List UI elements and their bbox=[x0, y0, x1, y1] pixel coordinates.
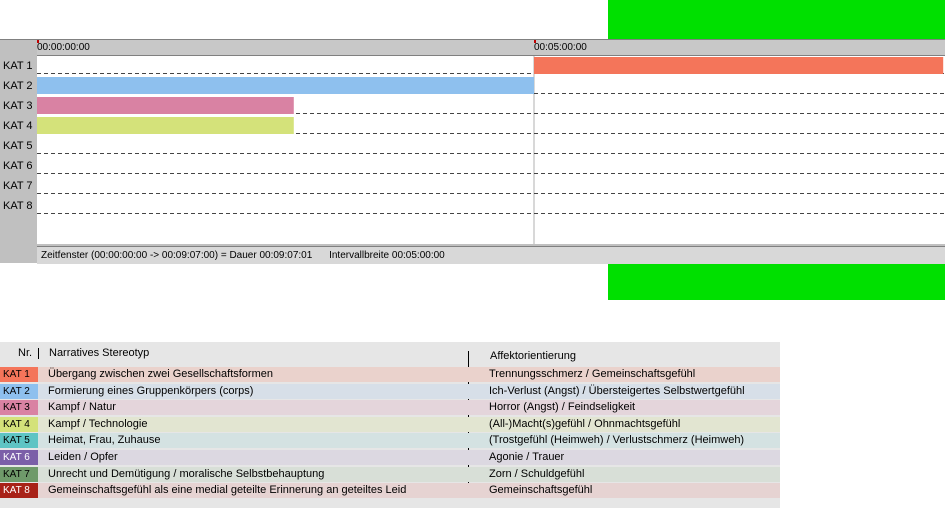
legend-swatch: KAT 2 bbox=[0, 383, 38, 399]
timeline-chart bbox=[37, 56, 945, 244]
category-label: KAT 1 bbox=[3, 60, 33, 72]
legend-stereotyp: Kampf / Natur bbox=[48, 401, 116, 414]
category-label: KAT 5 bbox=[3, 140, 33, 152]
status-bar: Zeitfenster (00:00:00:00 -> 00:09:07:00)… bbox=[37, 246, 945, 264]
legend-affekt: Agonie / Trauer bbox=[489, 451, 565, 463]
category-label: KAT 6 bbox=[3, 160, 33, 172]
green-block-top bbox=[608, 0, 945, 39]
legend-swatch: KAT 7 bbox=[0, 466, 38, 482]
tick-label: 00:05:00:00 bbox=[534, 42, 587, 53]
legend-stereotyp: Formierung eines Gruppenkörpers (corps) bbox=[48, 384, 254, 397]
legend-affekt: Zorn / Schuldgefühl bbox=[489, 467, 585, 480]
tick-label: 00:00:00:00 bbox=[37, 42, 90, 53]
legend-swatch: KAT 5 bbox=[0, 433, 38, 449]
segment-kat-2[interactable] bbox=[37, 77, 534, 94]
time-window-text: Zeitfenster (00:00:00:00 -> 00:09:07:00)… bbox=[41, 250, 313, 261]
timeline-panel: KAT 1 KAT 2 KAT 3 KAT 4 KAT 5 KAT 6 KAT … bbox=[0, 39, 945, 264]
legend-row: KAT 4 Kampf / Technologie (All-)Macht(s)ge… bbox=[0, 416, 780, 432]
legend-affekt: Horror (Angst) / Feindseligkeit bbox=[489, 401, 636, 414]
category-labels: KAT 1 KAT 2 KAT 3 KAT 4 KAT 5 KAT 6 KAT … bbox=[0, 40, 37, 264]
segment-kat-1[interactable] bbox=[534, 57, 944, 74]
category-label: KAT 2 bbox=[3, 80, 33, 92]
legend-affekt: Gemeinschaftsgefühl bbox=[489, 484, 593, 497]
legend-stereotyp: Heimat, Frau, Zuhause bbox=[48, 434, 161, 447]
category-label: KAT 7 bbox=[3, 180, 33, 192]
segment-kat-4[interactable] bbox=[37, 117, 294, 134]
legend-header-nr: Nr. bbox=[18, 347, 33, 359]
interval-width-text: Intervallbreite 00:05:00:00 bbox=[329, 250, 445, 261]
legend-affekt: Trennungsschmerz / Gemeinschaftsgefühl bbox=[489, 368, 696, 380]
category-label: KAT 4 bbox=[3, 120, 33, 132]
legend-swatch: KAT 8 bbox=[0, 483, 38, 499]
category-label: KAT 3 bbox=[3, 100, 33, 112]
segment-kat-3[interactable] bbox=[37, 97, 294, 114]
legend-stereotyp: Unrecht und Demütigung / moralische Selb… bbox=[48, 467, 325, 480]
legend-stereotyp: Kampf / Technologie bbox=[48, 417, 148, 430]
legend-stereotyp: Leiden / Opfer bbox=[48, 451, 118, 463]
legend-swatch: KAT 1 bbox=[0, 367, 38, 382]
legend-swatch: KAT 3 bbox=[0, 400, 38, 416]
legend-swatch: KAT 4 bbox=[0, 416, 38, 432]
legend-header-affekt: Affektorientierung bbox=[490, 350, 577, 362]
legend-row: KAT 1 Übergang zwischen zwei Gesellschaft… bbox=[0, 367, 780, 382]
legend-row: KAT 2 Formierung eines Gruppenkörpers (co… bbox=[0, 383, 780, 399]
legend-header-stereotyp: Narratives Stereotyp bbox=[49, 347, 150, 359]
green-block-bottom bbox=[608, 263, 945, 300]
legend-row: KAT 8 Gemeinschaftsgefühl als eine medial… bbox=[0, 483, 780, 499]
legend-stereotyp: Übergang zwischen zwei Gesellschaftsform… bbox=[48, 368, 273, 380]
category-label: KAT 8 bbox=[3, 200, 33, 212]
legend-swatch: KAT 6 bbox=[0, 450, 38, 465]
legend-row: KAT 6 Leiden / Opfer Agonie / Trauer bbox=[0, 450, 780, 465]
legend-stereotyp: Gemeinschaftsgefühl als eine medial gete… bbox=[48, 484, 407, 497]
timeline-plot[interactable] bbox=[37, 56, 945, 244]
legend-affekt: (All-)Macht(s)gefühl / Ohnmachtsgefühl bbox=[489, 417, 681, 430]
legend-row: KAT 7 Unrecht und Demütigung / moralische… bbox=[0, 466, 780, 482]
legend-affekt: (Trostgefühl (Heimweh) / Verlustschmerz … bbox=[489, 434, 745, 447]
legend-row: KAT 5 Heimat, Frau, Zuhause (Trostgefühl (… bbox=[0, 433, 780, 449]
time-ruler[interactable]: 00:00:00:00 00:05:00:00 bbox=[37, 40, 945, 56]
legend-row: KAT 3 Kampf / Natur Horror (Angst) / Feind… bbox=[0, 400, 780, 416]
legend-affekt: Ich-Verlust (Angst) / Übersteigertes Sel… bbox=[489, 384, 745, 397]
header-divider bbox=[38, 348, 39, 359]
legend-table: Nr. Narratives Stereotyp Affektorientier… bbox=[0, 342, 780, 508]
